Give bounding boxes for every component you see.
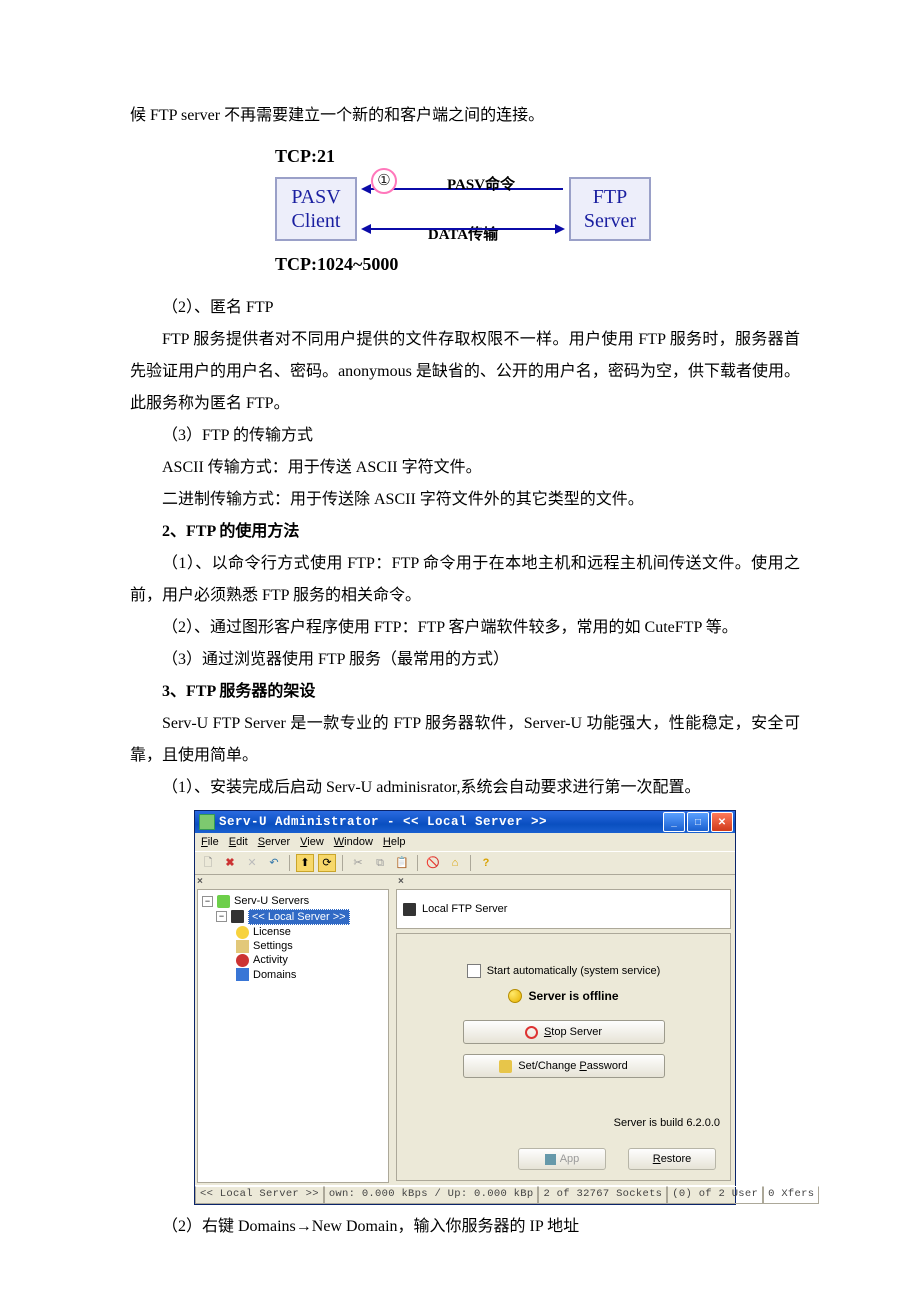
pasv-data-label: DATA传输 bbox=[363, 220, 563, 250]
toolbar-home-icon[interactable]: ⌂ bbox=[446, 854, 464, 872]
status-cell-sockets: 2 of 32767 Sockets bbox=[538, 1186, 667, 1204]
maximize-button[interactable]: □ bbox=[687, 812, 709, 832]
heading-3: 3、FTP 服务器的架设 bbox=[130, 676, 800, 708]
section-3-line2: 二进制传输方式：用于传送除 ASCII 字符文件外的其它类型的文件。 bbox=[130, 484, 800, 516]
toolbar: 🗋 ✖ ✕ ↶ ⬆ ⟳ ✂ ⧉ 📋 🚫 ⌂ ? bbox=[195, 851, 735, 875]
right-pane-close-icon[interactable]: × bbox=[398, 875, 404, 888]
build-label: Server is build 6.2.0.0 bbox=[614, 1116, 720, 1130]
statusbar: << Local Server >> own: 0.000 kBps / Up:… bbox=[195, 1185, 735, 1204]
toolbar-stop-icon[interactable]: 🚫 bbox=[424, 854, 442, 872]
restore-button[interactable]: Restore bbox=[628, 1148, 716, 1170]
h2-item2: （2）、通过图形客户程序使用 FTP：FTP 客户端软件较多，常用的如 Cute… bbox=[130, 612, 800, 644]
server-status: Server is offline bbox=[508, 989, 618, 1005]
section-2-text: FTP 服务提供者对不同用户提供的文件存取权限不一样。用户使用 FTP 服务时，… bbox=[130, 324, 800, 420]
disk-icon bbox=[545, 1154, 556, 1165]
apply-button[interactable]: App bbox=[518, 1148, 606, 1170]
menu-server[interactable]: Server bbox=[258, 835, 290, 849]
server-icon bbox=[403, 903, 416, 916]
servu-window: Serv-U Administrator - << Local Server >… bbox=[194, 810, 736, 1205]
left-pane-close-icon[interactable]: × bbox=[197, 875, 203, 888]
servers-icon bbox=[217, 895, 230, 908]
toolbar-separator bbox=[342, 855, 343, 871]
menubar: File Edit Server View Window Help bbox=[195, 833, 735, 851]
pasv-client-box: PASV Client bbox=[275, 177, 357, 241]
left-tree-pane: − Serv-U Servers − << Local Server >> bbox=[197, 889, 389, 1183]
autostart-row[interactable]: Start automatically (system service) bbox=[397, 964, 730, 978]
license-icon bbox=[236, 926, 249, 939]
right-main-pane: Start automatically (system service) Ser… bbox=[396, 933, 731, 1181]
toolbar-paste-icon[interactable]: 📋 bbox=[393, 854, 411, 872]
ftp-server-box: FTP Server bbox=[569, 177, 651, 241]
toolbar-copy-icon[interactable]: ⧉ bbox=[371, 854, 389, 872]
menu-window[interactable]: Window bbox=[334, 835, 373, 849]
toolbar-delete2-icon[interactable]: ✕ bbox=[243, 854, 261, 872]
stop-server-button[interactable]: Stop Server bbox=[463, 1020, 665, 1044]
stop-icon bbox=[525, 1026, 538, 1039]
autostart-label: Start automatically (system service) bbox=[487, 964, 661, 978]
menu-edit[interactable]: Edit bbox=[229, 835, 248, 849]
right-header-pane: Local FTP Server bbox=[396, 889, 731, 929]
menu-help[interactable]: Help bbox=[383, 835, 406, 849]
h3-step2: （2）右键 Domains→New Domain，输入你服务器的 IP 地址 bbox=[130, 1211, 800, 1243]
domains-icon bbox=[236, 968, 249, 981]
toolbar-delete-icon[interactable]: ✖ bbox=[221, 854, 239, 872]
toolbar-separator bbox=[289, 855, 290, 871]
tree-local-server[interactable]: − << Local Server >> bbox=[216, 909, 384, 925]
h2-item3: （3）通过浏览器使用 FTP 服务（最常用的方式） bbox=[130, 644, 800, 676]
tree-settings[interactable]: Settings bbox=[236, 939, 384, 953]
toolbar-undo-icon[interactable]: ↶ bbox=[265, 854, 283, 872]
toolbar-separator bbox=[417, 855, 418, 871]
tree-activity[interactable]: Activity bbox=[236, 953, 384, 967]
toolbar-refresh-icon[interactable]: ⟳ bbox=[318, 854, 336, 872]
minimize-button[interactable]: _ bbox=[663, 812, 685, 832]
paragraph-continuation: 候 FTP server 不再需要建立一个新的和客户端之间的连接。 bbox=[130, 100, 800, 132]
pasv-port-range-label: TCP:1024~5000 bbox=[275, 246, 675, 282]
status-cell-xfers: 0 Xfers bbox=[763, 1186, 819, 1204]
toolbar-cut-icon[interactable]: ✂ bbox=[349, 854, 367, 872]
h2-item1: （1）、以命令行方式使用 FTP：FTP 命令用于在本地主机和远程主机间传送文件… bbox=[130, 548, 800, 612]
expand-toggle-icon[interactable]: − bbox=[202, 896, 213, 907]
toolbar-help-icon[interactable]: ? bbox=[477, 854, 495, 872]
toolbar-folder-up-icon[interactable]: ⬆ bbox=[296, 854, 314, 872]
expand-toggle-icon[interactable]: − bbox=[216, 911, 227, 922]
right-header-text: Local FTP Server bbox=[422, 902, 507, 916]
app-icon bbox=[199, 814, 215, 830]
status-cell-bandwidth: own: 0.000 kBps / Up: 0.000 kBp bbox=[324, 1186, 539, 1204]
tree-license[interactable]: License bbox=[236, 925, 384, 939]
section-2-title: （2）、匿名 FTP bbox=[130, 292, 800, 324]
h3-text: Serv-U FTP Server 是一款专业的 FTP 服务器软件，Serve… bbox=[130, 708, 800, 772]
settings-icon bbox=[236, 940, 249, 953]
close-button[interactable]: ✕ bbox=[711, 812, 733, 832]
pasv-tcp21-label: TCP:21 bbox=[275, 138, 637, 174]
menu-view[interactable]: View bbox=[300, 835, 324, 849]
activity-icon bbox=[236, 954, 249, 967]
tree-selected-label: << Local Server >> bbox=[248, 909, 350, 925]
section-3-title: （3）FTP 的传输方式 bbox=[130, 420, 800, 452]
autostart-checkbox[interactable] bbox=[467, 964, 481, 978]
tree-domains[interactable]: Domains bbox=[236, 968, 384, 982]
heading-2: 2、FTP 的使用方法 bbox=[130, 516, 800, 548]
status-cell-users: (0) of 2 User bbox=[667, 1186, 763, 1204]
status-cell-server: << Local Server >> bbox=[195, 1186, 324, 1204]
toolbar-separator bbox=[470, 855, 471, 871]
section-3-line1: ASCII 传输方式：用于传送 ASCII 字符文件。 bbox=[130, 452, 800, 484]
toolbar-new-icon[interactable]: 🗋 bbox=[199, 854, 217, 872]
pasv-cmd-label: PASV命令 bbox=[381, 170, 581, 200]
window-title: Serv-U Administrator - << Local Server >… bbox=[219, 814, 663, 830]
menu-file[interactable]: File bbox=[201, 835, 219, 849]
set-password-button[interactable]: Set/Change Password bbox=[463, 1054, 665, 1078]
server-icon bbox=[231, 910, 244, 923]
titlebar[interactable]: Serv-U Administrator - << Local Server >… bbox=[195, 811, 735, 833]
tree-root[interactable]: − Serv-U Servers bbox=[202, 894, 384, 908]
pasv-diagram: TCP:21 PASV Client ① PASV命令 DATA传输 FTP S… bbox=[275, 138, 655, 282]
pasv-arrows: ① PASV命令 DATA传输 bbox=[363, 176, 563, 242]
lock-icon bbox=[499, 1060, 512, 1073]
bulb-icon bbox=[508, 989, 522, 1003]
h3-step1: （1）、安装完成后启动 Serv-U adminisrator,系统会自动要求进… bbox=[130, 772, 800, 804]
